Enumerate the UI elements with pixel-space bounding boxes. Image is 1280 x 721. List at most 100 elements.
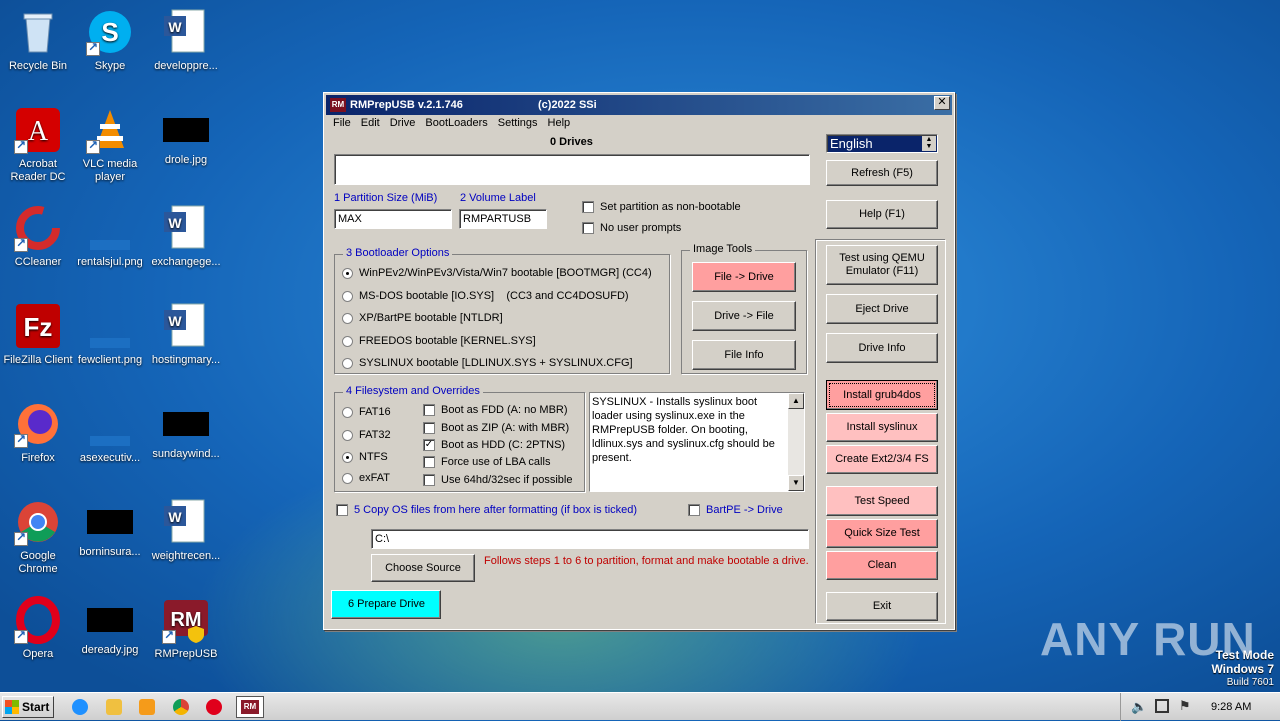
help-button[interactable]: Help (F1) <box>826 200 938 229</box>
desktop-icon-image-file[interactable]: fewclient.png <box>72 302 148 367</box>
checkbox-box[interactable]: ✓ <box>423 439 435 451</box>
override-option[interactable]: Force use of LBA calls <box>423 456 550 468</box>
media-player-icon[interactable] <box>139 699 155 715</box>
drive-list[interactable] <box>334 154 810 185</box>
desktop-icon-document[interactable]: W weightrecen... <box>148 498 224 563</box>
network-icon[interactable] <box>1155 699 1169 713</box>
desktop-icon-rmprepusb[interactable]: RM RMPrepUSB <box>148 596 224 661</box>
copy-os-checkbox[interactable]: 5 Copy OS files from here after formatti… <box>336 504 637 516</box>
partition-size-input[interactable]: MAX <box>334 209 452 229</box>
non-bootable-checkbox[interactable]: Set partition as non-bootable <box>582 201 741 213</box>
filesystem-option[interactable]: exFAT <box>342 472 390 484</box>
menu-bootloaders[interactable]: BootLoaders <box>420 115 492 133</box>
volume-label-input[interactable]: RMPARTUSB <box>459 209 547 229</box>
bartpe-checkbox[interactable]: BartPE -> Drive <box>688 504 783 516</box>
radio-button[interactable] <box>342 357 353 369</box>
quick-size-test-button[interactable]: Quick Size Test <box>826 519 938 548</box>
opera-icon[interactable] <box>206 699 222 715</box>
filesystem-option[interactable]: FAT32 <box>342 429 391 441</box>
start-button[interactable]: Start <box>2 696 54 718</box>
menu-file[interactable]: File <box>328 115 356 133</box>
refresh-button[interactable]: Refresh (F5) <box>826 160 938 186</box>
filesystem-option[interactable]: NTFS <box>342 451 388 463</box>
checkbox-box[interactable] <box>423 456 435 468</box>
bootloader-option[interactable]: MS-DOS bootable [IO.SYS] (CC3 and CC4DOS… <box>342 290 629 302</box>
checkbox-box[interactable] <box>423 404 435 416</box>
override-option[interactable]: ✓ Boot as HDD (C: 2PTNS) <box>423 439 565 451</box>
radio-button[interactable] <box>342 451 353 463</box>
volume-icon[interactable]: 🔈 <box>1131 699 1147 715</box>
menu-help[interactable]: Help <box>543 115 576 133</box>
desktop-icon-ccleaner[interactable]: CCleaner <box>0 204 76 269</box>
desktop-icon-vlc[interactable]: VLC media player <box>72 106 148 184</box>
exit-button[interactable]: Exit <box>826 592 938 621</box>
radio-button[interactable] <box>342 267 353 279</box>
desktop-icon-document[interactable]: W hostingmary... <box>148 302 224 367</box>
bootloader-option[interactable]: FREEDOS bootable [KERNEL.SYS] <box>342 335 536 347</box>
eject-drive-button[interactable]: Eject Drive <box>826 294 938 324</box>
create-ext-fs-button[interactable]: Create Ext2/3/4 FS <box>826 445 938 474</box>
prepare-drive-button[interactable]: 6 Prepare Drive <box>331 590 441 619</box>
desktop-icon-recycle-bin[interactable]: Recycle Bin <box>0 8 76 73</box>
choose-source-button[interactable]: Choose Source <box>371 554 475 582</box>
desktop-icon-file[interactable]: asexecutiv... <box>72 400 148 465</box>
test-qemu-button[interactable]: Test using QEMU Emulator (F11) <box>826 245 938 285</box>
clean-button[interactable]: Clean <box>826 551 938 580</box>
bootloader-option[interactable]: SYSLINUX bootable [LDLINUX.SYS + SYSLINU… <box>342 357 633 369</box>
menu-edit[interactable]: Edit <box>356 115 385 133</box>
desktop-icon-firefox[interactable]: Firefox <box>0 400 76 465</box>
checkbox-box[interactable] <box>582 222 594 234</box>
desktop-icon-acrobat[interactable]: A Acrobat Reader DC <box>0 106 76 184</box>
bootloader-option[interactable]: WinPEv2/WinPEv3/Vista/Win7 bootable [BOO… <box>342 267 652 279</box>
desktop-icon-file[interactable]: borninsura... <box>72 498 148 559</box>
desktop-icon-chrome[interactable]: Google Chrome <box>0 498 76 576</box>
checkbox-box[interactable] <box>423 422 435 434</box>
override-option[interactable]: Boot as ZIP (A: with MBR) <box>423 422 569 434</box>
close-button[interactable]: ✕ <box>934 96 950 110</box>
desktop-icon-opera[interactable]: Opera <box>0 596 76 661</box>
checkbox-box[interactable] <box>688 504 700 516</box>
chrome-icon[interactable] <box>173 699 189 715</box>
bootloader-option[interactable]: XP/BartPE bootable [NTLDR] <box>342 312 503 324</box>
radio-button[interactable] <box>342 312 353 324</box>
checkbox-box[interactable] <box>336 504 348 516</box>
scroll-up-icon[interactable]: ▲ <box>788 393 804 409</box>
install-grub4dos-button[interactable]: Install grub4dos <box>826 380 938 410</box>
desktop-icon-document[interactable]: W developpre... <box>148 8 224 73</box>
radio-button[interactable] <box>342 472 353 484</box>
radio-button[interactable] <box>342 406 353 418</box>
radio-button[interactable] <box>342 290 353 302</box>
override-option[interactable]: Boot as FDD (A: no MBR) <box>423 404 568 416</box>
filesystem-option[interactable]: FAT16 <box>342 406 391 418</box>
drive-info-button[interactable]: Drive Info <box>826 333 938 363</box>
flag-icon[interactable]: ⚑ <box>1179 698 1191 714</box>
rmprepusb-taskbar-icon[interactable]: RM <box>236 696 264 718</box>
desktop-icon-image-file[interactable]: drole.jpg <box>148 106 224 167</box>
file-info-button[interactable]: File Info <box>692 340 796 370</box>
file-explorer-icon[interactable] <box>106 699 122 715</box>
source-path-input[interactable]: C:\ <box>371 529 809 549</box>
checkbox-box[interactable] <box>582 201 594 213</box>
info-text-box[interactable]: SYSLINUX - Installs syslinux boot loader… <box>589 392 805 492</box>
desktop-icon-image-file[interactable]: deready.jpg <box>72 596 148 657</box>
desktop-icon-filezilla[interactable]: Fz FileZilla Client <box>0 302 76 367</box>
drive-to-file-button[interactable]: Drive -> File <box>692 301 796 331</box>
test-speed-button[interactable]: Test Speed <box>826 486 938 516</box>
no-prompts-checkbox[interactable]: No user prompts <box>582 222 681 234</box>
menu-settings[interactable]: Settings <box>493 115 543 133</box>
title-bar[interactable]: RM RMPrepUSB v.2.1.746 (c)2022 SSi <box>326 95 952 115</box>
info-scrollbar[interactable]: ▲ ▼ <box>788 393 804 491</box>
scroll-down-icon[interactable]: ▼ <box>788 475 804 491</box>
checkbox-box[interactable] <box>423 474 435 486</box>
override-option[interactable]: Use 64hd/32sec if possible <box>423 474 572 486</box>
clock[interactable]: 9:28 AM <box>1211 701 1251 713</box>
spin-icon[interactable]: ▲ ▼ <box>922 136 936 151</box>
internet-explorer-icon[interactable] <box>72 699 88 715</box>
menu-drive[interactable]: Drive <box>385 115 421 133</box>
radio-button[interactable] <box>342 335 353 347</box>
desktop-icon-skype[interactable]: S Skype <box>72 8 148 73</box>
file-to-drive-button[interactable]: File -> Drive <box>692 262 796 292</box>
desktop-icon-file[interactable]: sundaywind... <box>148 400 224 461</box>
install-syslinux-button[interactable]: Install syslinux <box>826 413 938 442</box>
radio-button[interactable] <box>342 429 353 441</box>
